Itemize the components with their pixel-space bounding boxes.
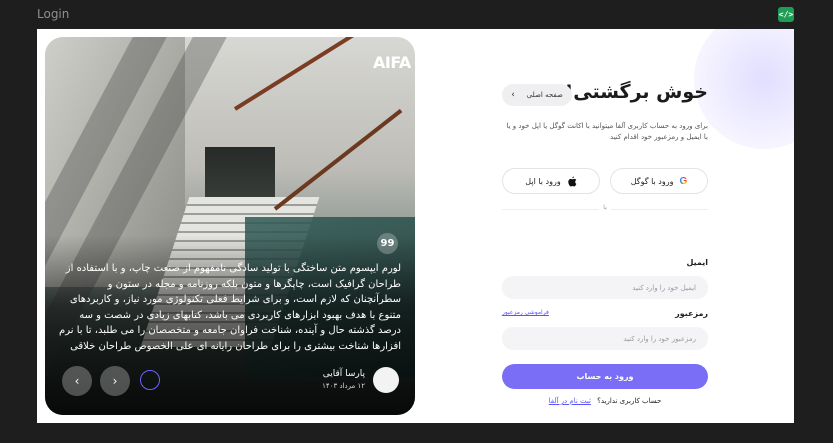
- apple-login-button[interactable]: ورود با اپل: [502, 168, 600, 194]
- home-button[interactable]: صفحه اصلی ›: [502, 84, 572, 106]
- carousel-prev-button[interactable]: ‹: [62, 366, 92, 396]
- testimonial-text: لورم ایپسوم متن ساختگی با تولید سادگی نا…: [59, 263, 401, 352]
- hero-photo-railing: [233, 37, 406, 111]
- apple-icon: [568, 176, 577, 186]
- email-label: ایمیل: [686, 258, 708, 267]
- login-submit-button[interactable]: ورود به حساب: [502, 364, 708, 389]
- brand-logo: AIFA: [373, 53, 411, 72]
- page-title: خوش برگشتی!: [564, 81, 708, 103]
- carousel-next-button[interactable]: ›: [100, 366, 130, 396]
- apple-login-label: ورود با اپل: [525, 176, 561, 186]
- password-field[interactable]: [502, 327, 708, 350]
- author-name: پارسا آقایی: [322, 369, 365, 379]
- quote-icon: 99: [377, 233, 398, 254]
- hero-image-card: AIFA 99 لورم ایپسوم متن ساختگی با تولید …: [45, 37, 415, 415]
- background-glow: [694, 29, 794, 149]
- chevron-left-icon: ‹: [74, 374, 80, 388]
- avatar: [373, 367, 399, 393]
- password-label: رمزعبور: [675, 309, 708, 318]
- top-bar: Login </>: [0, 0, 833, 28]
- login-form: خوش برگشتی! صفحه اصلی › برای ورود به حسا…: [502, 79, 708, 409]
- divider-label: یا: [599, 204, 611, 211]
- chevron-right-icon: ›: [511, 90, 515, 100]
- google-login-button[interactable]: G ورود با گوگل: [610, 168, 708, 194]
- author-date: ۱۲ مرداد ۱۴۰۳: [322, 382, 365, 390]
- chevron-right-icon: ›: [112, 374, 118, 388]
- home-button-label: صفحه اصلی: [526, 91, 563, 99]
- signup-row: حساب کاربری ندارید؟ ثبت نام در آلفا: [502, 397, 708, 405]
- window-title: Login: [37, 7, 70, 21]
- login-page: AIFA 99 لورم ایپسوم متن ساختگی با تولید …: [37, 29, 794, 423]
- code-icon[interactable]: </>: [778, 7, 794, 22]
- email-field[interactable]: [502, 276, 708, 299]
- testimonial-author: پارسا آقایی ۱۲ مرداد ۱۴۰۳: [219, 367, 399, 393]
- google-icon: G: [679, 175, 688, 187]
- signup-link[interactable]: ثبت نام در آلفا: [549, 397, 591, 405]
- forgot-password-link[interactable]: فراموشی رمزعبور: [502, 309, 549, 316]
- google-login-label: ورود با گوگل: [630, 176, 674, 186]
- carousel-indicator[interactable]: [140, 370, 160, 390]
- page-subtitle: برای ورود به حساب کاربری آلفا میتوانید ب…: [506, 122, 709, 141]
- no-account-text: حساب کاربری ندارید؟: [597, 397, 662, 405]
- hero-photo-railing: [273, 108, 403, 211]
